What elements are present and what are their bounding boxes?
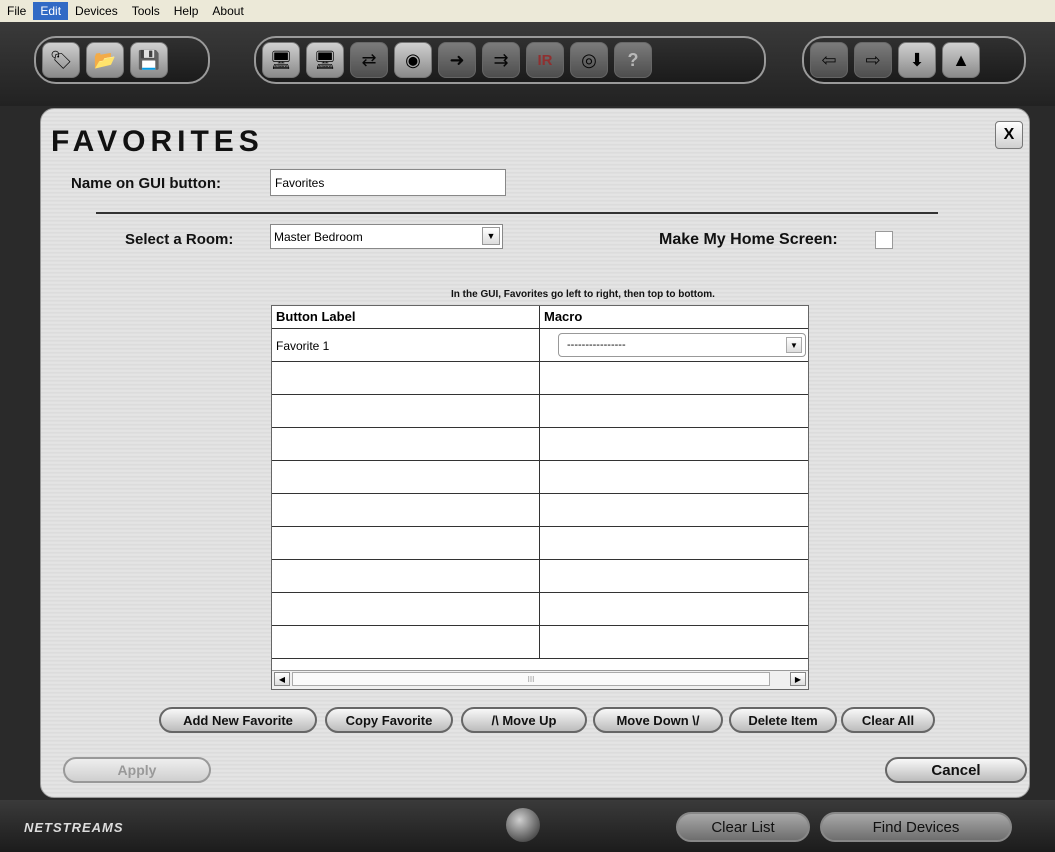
table-header: Button Label Macro [272, 306, 808, 329]
table-row[interactable] [272, 461, 808, 494]
menu-file[interactable]: File [0, 2, 33, 20]
apply-button[interactable]: Apply [63, 757, 211, 783]
macro-cell[interactable] [540, 593, 808, 625]
export-icon[interactable]: ⇨ [854, 42, 892, 78]
button-label-cell[interactable] [272, 428, 540, 460]
button-label-cell[interactable] [272, 395, 540, 427]
name-label: Name on GUI button: [71, 175, 221, 192]
table-row[interactable] [272, 527, 808, 560]
table-row[interactable] [272, 494, 808, 527]
table-row[interactable] [272, 626, 808, 659]
button-label-cell[interactable] [272, 593, 540, 625]
table-row[interactable]: Favorite 1 ---------------- ▼ [272, 329, 808, 362]
macro-cell[interactable] [540, 362, 808, 394]
table-row[interactable] [272, 362, 808, 395]
toolbar-group-file: 🏷 📂 💾 [34, 36, 210, 84]
name-field[interactable]: Favorites [270, 169, 506, 196]
chevron-down-icon[interactable]: ▼ [786, 337, 802, 353]
scroll-right-icon[interactable]: ▶ [790, 672, 806, 686]
delete-item-button[interactable]: Delete Item [729, 707, 837, 733]
menu-devices[interactable]: Devices [68, 2, 125, 20]
toolbar: 🏷 📂 💾 🖥 🖥 ⇄ ◉ ➜ ⇉ IR ◎ ? ⇦ ⇨ ⬇ ▲ [0, 22, 1055, 106]
macro-select-value: ---------------- [567, 339, 626, 351]
macro-cell[interactable] [540, 527, 808, 559]
table-row[interactable] [272, 428, 808, 461]
scroll-thumb[interactable]: III [292, 672, 770, 686]
order-hint: In the GUI, Favorites go left to right, … [451, 289, 715, 300]
macro-cell[interactable] [540, 428, 808, 460]
favorites-dialog: FAVORITES X Name on GUI button: Favorite… [40, 108, 1030, 798]
edit-device-icon[interactable]: 🖥 [306, 42, 344, 78]
menu-bar: File Edit Devices Tools Help About [0, 0, 1055, 23]
cancel-button[interactable]: Cancel [885, 757, 1027, 783]
table-row[interactable] [272, 395, 808, 428]
status-orb-icon[interactable] [506, 808, 540, 842]
clear-all-button[interactable]: Clear All [841, 707, 935, 733]
toolbar-group-devices: 🖥 🖥 ⇄ ◉ ➜ ⇉ IR ◎ ? [254, 36, 766, 84]
button-label-cell[interactable] [272, 362, 540, 394]
add-new-favorite-button[interactable]: Add New Favorite [159, 707, 317, 733]
chevron-down-icon[interactable]: ▼ [482, 227, 500, 245]
macro-cell[interactable] [540, 494, 808, 526]
horizontal-scrollbar[interactable]: ◀ III ▶ [272, 670, 808, 689]
macro-cell[interactable] [540, 626, 808, 658]
swap-device-icon[interactable]: ⇄ [350, 42, 388, 78]
double-arrow-icon[interactable]: ⇉ [482, 42, 520, 78]
macro-select[interactable]: ---------------- ▼ [558, 333, 806, 357]
scroll-left-icon[interactable]: ◀ [274, 672, 290, 686]
help-question-icon[interactable]: ? [614, 42, 652, 78]
download-tray-icon[interactable]: ⬇ [898, 42, 936, 78]
table-row[interactable] [272, 593, 808, 626]
menu-about[interactable]: About [205, 2, 250, 20]
macro-cell[interactable] [540, 560, 808, 592]
tag-icon[interactable]: 🏷 [42, 42, 80, 78]
button-label-cell[interactable] [272, 527, 540, 559]
divider [96, 212, 938, 214]
copy-favorite-button[interactable]: Copy Favorite [325, 707, 453, 733]
folder-icon[interactable]: 📂 [86, 42, 124, 78]
menu-tools[interactable]: Tools [125, 2, 167, 20]
table-row[interactable] [272, 560, 808, 593]
dialog-title: FAVORITES [51, 125, 264, 158]
close-button[interactable]: X [995, 121, 1023, 149]
netstreams-logo: NETSTREAMS [24, 820, 124, 835]
target-icon[interactable]: ◎ [570, 42, 608, 78]
footer-bar: NETSTREAMS Clear List Find Devices [0, 800, 1055, 852]
macro-cell[interactable] [540, 461, 808, 493]
forward-arrow-icon[interactable]: ➜ [438, 42, 476, 78]
room-select[interactable]: Master Bedroom ▼ [270, 224, 503, 249]
header-macro[interactable]: Macro [540, 306, 808, 328]
button-label-cell[interactable] [272, 626, 540, 658]
add-device-icon[interactable]: 🖥 [262, 42, 300, 78]
clear-list-button[interactable]: Clear List [676, 812, 810, 842]
find-devices-button[interactable]: Find Devices [820, 812, 1012, 842]
home-screen-label: Make My Home Screen: [659, 231, 838, 248]
button-label-cell[interactable] [272, 560, 540, 592]
room-label: Select a Room: [125, 231, 234, 248]
button-label-cell[interactable] [272, 461, 540, 493]
fingerprint-icon[interactable]: ◉ [394, 42, 432, 78]
button-label-cell[interactable]: Favorite 1 [272, 329, 540, 361]
macro-cell[interactable]: ---------------- ▼ [540, 329, 808, 361]
import-icon[interactable]: ⇦ [810, 42, 848, 78]
wizard-hat-icon[interactable]: ▲ [942, 42, 980, 78]
room-select-value: Master Bedroom [274, 229, 363, 244]
favorites-table: Button Label Macro Favorite 1 -----------… [271, 305, 809, 690]
home-screen-checkbox[interactable] [875, 231, 893, 249]
save-disk-icon[interactable]: 💾 [130, 42, 168, 78]
ir-icon[interactable]: IR [526, 42, 564, 78]
toolbar-group-sync: ⇦ ⇨ ⬇ ▲ [802, 36, 1026, 84]
move-down-button[interactable]: Move Down \/ [593, 707, 723, 733]
menu-help[interactable]: Help [167, 2, 206, 20]
move-up-button[interactable]: /\ Move Up [461, 707, 587, 733]
macro-cell[interactable] [540, 395, 808, 427]
menu-edit[interactable]: Edit [33, 2, 69, 20]
button-label-cell[interactable] [272, 494, 540, 526]
header-button-label[interactable]: Button Label [272, 306, 540, 328]
